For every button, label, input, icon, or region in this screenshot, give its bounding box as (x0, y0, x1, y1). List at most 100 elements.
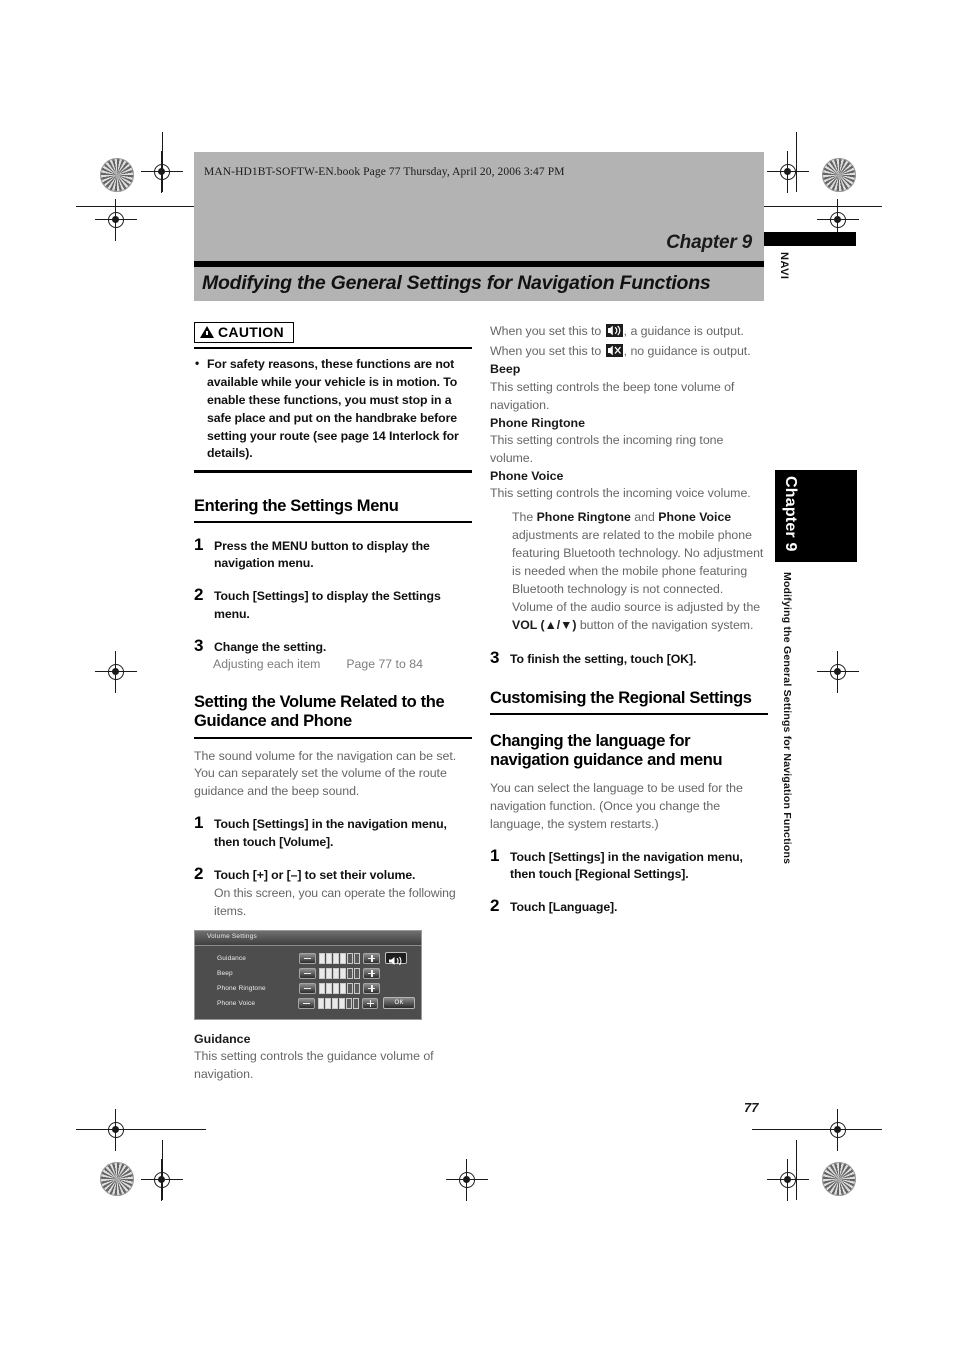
step-text: Touch [Language]. (510, 900, 618, 915)
step-number: 3 (194, 635, 203, 655)
speaker-on-glyph (389, 956, 402, 966)
volume-level-bars (319, 967, 360, 979)
step-item: 3 To finish the setting, touch [OK]. (490, 649, 768, 669)
note-bold-phone-voice: Phone Voice (658, 510, 732, 525)
book-filename-line: MAN-HD1BT-SOFTW-EN.book Page 77 Thursday… (204, 166, 565, 178)
step-text-main: Touch [+] or [–] to set their volume. (214, 867, 416, 882)
row-spacer (385, 967, 407, 979)
row-label: Phone Voice (217, 999, 256, 1007)
screenshot-row-beep: Beep (203, 966, 415, 981)
volume-level-bars (319, 952, 360, 964)
step-subtext: On this screen, you can operate the foll… (214, 886, 456, 918)
step-number: 1 (194, 813, 203, 833)
step-number: 1 (490, 845, 499, 865)
crop-mark-right (796, 132, 797, 192)
caution-badge: CAUTION (194, 322, 294, 343)
step-number: 2 (194, 863, 203, 883)
step-text: Touch [Settings] to display the Settings… (214, 589, 441, 621)
speaker-on-icon[interactable] (385, 952, 407, 966)
crop-mark-bottom-right-v (796, 1140, 797, 1200)
page-title: Modifying the General Settings for Navig… (202, 272, 711, 294)
heading-entering-settings-menu: Entering the Settings Menu (194, 496, 399, 515)
note-bluetooth: The Phone Ringtone and Phone Voice adjus… (512, 509, 768, 598)
definition-term-phone-voice: Phone Voice (490, 468, 564, 483)
heading-changing-the-language: Changing the language for navigation gui… (490, 731, 723, 770)
definition-text-guidance: This setting controls the guidance volum… (194, 1049, 434, 1082)
step-number: 3 (490, 648, 499, 668)
crop-mark-top-right (752, 206, 882, 207)
step-item: 3 Change the setting. (194, 635, 472, 657)
plus-button[interactable] (363, 952, 380, 964)
note-bold-phone-ringtone: Phone Ringtone (536, 510, 631, 525)
chapter-tab-label: Chapter 9 (782, 476, 799, 552)
registration-target-bottom-center (446, 1159, 488, 1201)
chapter-label: Chapter 9 (666, 232, 752, 253)
ok-button[interactable]: OK (383, 997, 415, 1010)
left-column: CAUTION For safety reasons, these functi… (194, 322, 472, 1084)
caution-badge-label: CAUTION (218, 324, 284, 340)
note2-lead: Volume of the audio source is adjusted b… (512, 600, 761, 615)
row-spacer (385, 982, 407, 994)
step-item: 1 Touch [Settings] in the navigation men… (194, 814, 472, 851)
guidance-icon-paragraph: When you set this to , a guidance is out… (490, 322, 768, 361)
registration-target-left-lower (95, 1109, 137, 1151)
minus-button[interactable] (297, 997, 315, 1009)
registration-target-left-upper (95, 199, 137, 241)
speaker-muted-icon (605, 343, 623, 357)
volume-settings-screenshot: Volume Settings Guidance Beep Phone Ring… (194, 929, 422, 1020)
caution-box: CAUTION For safety reasons, these functi… (194, 322, 472, 473)
language-intro-paragraph: You can select the language to be used f… (490, 781, 743, 831)
definition-term-beep: Beep (490, 362, 521, 377)
plus-button[interactable] (363, 982, 380, 994)
heading-setting-the-volume: Setting the Volume Related to the Guidan… (194, 693, 445, 731)
crop-mark-top (76, 206, 206, 207)
note-tail: adjustments are related to the mobile ph… (512, 528, 764, 596)
caution-rule-top (194, 346, 472, 350)
crop-mark-bottom-left (76, 1129, 206, 1130)
cross-reference-target: Page 77 to 84 (346, 657, 423, 672)
plus-button[interactable] (363, 967, 380, 979)
note2-tail: button of the navigation system. (576, 618, 754, 633)
step-text: Change the setting. (214, 639, 327, 654)
definition-text-phone-voice: This setting controls the incoming voice… (490, 486, 751, 501)
step-item: 1 Touch [Settings] in the navigation men… (490, 845, 768, 884)
registration-star-bottom-left (100, 1162, 134, 1196)
note-lead: The (512, 510, 537, 525)
row-label: Beep (217, 969, 233, 977)
step-item: 2 Touch [+] or [–] to set their volume. … (194, 863, 472, 921)
cross-reference-label: Adjusting each item (213, 657, 321, 672)
running-head-vertical: Modifying the General Settings for Navig… (781, 572, 793, 865)
minus-button[interactable] (299, 967, 316, 979)
step-number: 2 (194, 585, 203, 605)
crop-mark-left (162, 132, 163, 192)
chapter-thumb-tab: Chapter 9 (775, 470, 857, 562)
definition-text-beep: This setting controls the beep tone volu… (490, 379, 735, 412)
navi-tag: NAVI (778, 252, 790, 280)
step-item: 1 Press the MENU button to display the n… (194, 534, 472, 573)
row-label: Guidance (217, 954, 247, 962)
registration-target-right-middle (817, 651, 859, 693)
registration-star-bottom-right (822, 1162, 856, 1196)
screenshot-row-phone-ringtone: Phone Ringtone (203, 981, 415, 996)
registration-target-left-middle (95, 651, 137, 693)
note2-bold-vol: VOL (▲/▼) (512, 618, 577, 633)
definition-term-phone-ringtone: Phone Ringtone (490, 415, 585, 430)
plus-button[interactable] (361, 997, 379, 1009)
registration-star-top-right (822, 158, 856, 192)
step-text: Press the MENU button to display the nav… (214, 538, 430, 571)
volume-level-bars (319, 982, 360, 994)
step-text: Touch [Settings] in the navigation menu,… (214, 817, 447, 849)
volume-level-bars (317, 997, 359, 1009)
minus-button[interactable] (299, 952, 316, 964)
screenshot-titlebar: Volume Settings (195, 930, 421, 946)
guidance-text-a: When you set this to (490, 324, 605, 338)
note-mid: and (630, 510, 659, 525)
step-number: 1 (194, 534, 203, 554)
step-text: To finish the setting, touch [OK]. (510, 652, 697, 667)
speaker-on-icon (605, 324, 623, 337)
registration-target-right-lower (817, 1109, 859, 1151)
screenshot-row-phone-voice: Phone Voice OK (203, 996, 415, 1011)
heading-rule (194, 736, 472, 739)
minus-button[interactable] (299, 982, 316, 994)
guidance-text-c: , no guidance is output. (623, 343, 751, 358)
